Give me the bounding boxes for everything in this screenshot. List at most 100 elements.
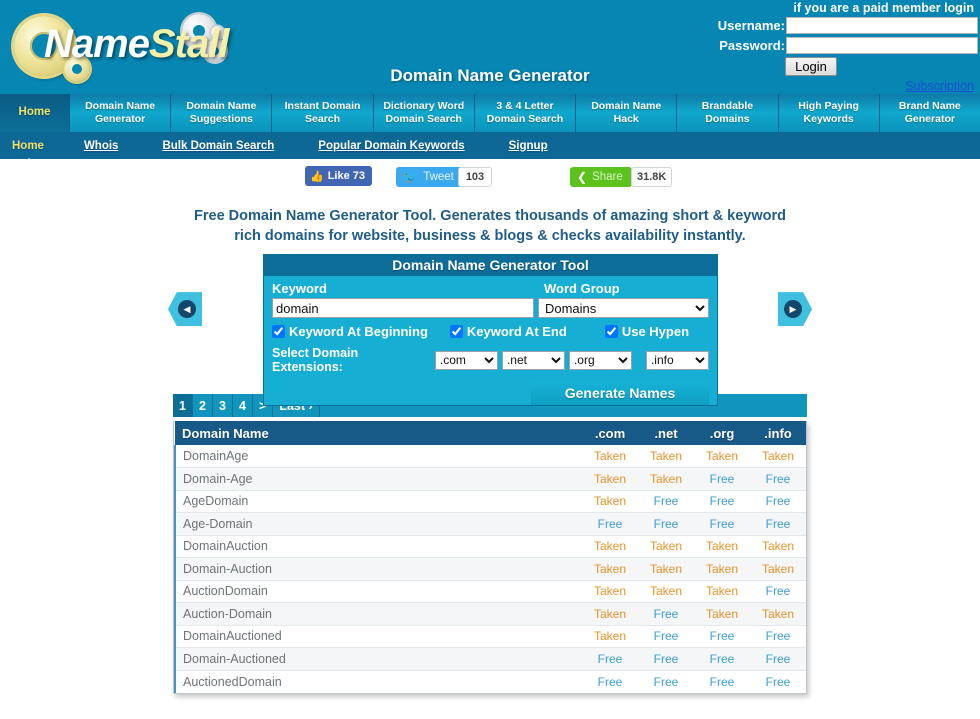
username-input[interactable] [786, 17, 978, 34]
cell-status-net[interactable]: Free [638, 625, 694, 649]
nav-tab-high-paying-keywords[interactable]: High Paying Keywords [778, 94, 880, 132]
cell-status-org[interactable]: Taken [694, 535, 750, 559]
nav-tab-instant-domain-search[interactable]: Instant Domain Search [272, 94, 374, 132]
pagination-page-3[interactable]: 3 [213, 394, 233, 418]
cell-status-com[interactable]: Taken [582, 625, 638, 649]
cell-status-org[interactable]: Free [694, 647, 750, 671]
table-row[interactable]: DomainAge Taken Taken Taken Taken [174, 445, 806, 469]
cell-status-net[interactable]: Free [638, 670, 694, 693]
checkbox-keyword-at-beginning-input[interactable] [272, 325, 285, 339]
cell-status-org[interactable]: Free [694, 512, 750, 536]
cell-status-info[interactable]: Free [750, 512, 806, 536]
column-header-net[interactable]: .net [638, 421, 694, 446]
generate-names-button[interactable]: Generate Names [531, 381, 709, 406]
extension-select-1[interactable]: .com [434, 350, 498, 370]
cell-status-info[interactable]: Free [750, 467, 806, 491]
twitter-tweet-button[interactable]: 🐦 Tweet [396, 167, 462, 187]
nav-tab-domain-name-hack[interactable]: Domain Name Hack [576, 94, 678, 132]
cell-status-org[interactable]: Free [694, 490, 750, 514]
field-input-row: Domains [272, 298, 709, 319]
nav-tab-brandable-domains[interactable]: Brandable Domains [677, 94, 779, 132]
checkbox-keyword-at-beginning[interactable]: Keyword At Beginning [272, 324, 428, 339]
table-row[interactable]: Domain-Auction Taken Taken Taken Taken [174, 557, 806, 581]
cell-status-com[interactable]: Taken [582, 602, 638, 626]
table-row[interactable]: DomainAuction Taken Taken Taken Taken [174, 535, 806, 559]
table-row[interactable]: Domain-Age Taken Taken Free Free [174, 467, 806, 491]
cell-status-org[interactable]: Free [694, 625, 750, 649]
subnav-item-popular-domain-keywords[interactable]: Popular Domain Keywords [318, 140, 464, 152]
subnav-item-signup[interactable]: Signup [509, 140, 548, 152]
cell-status-info[interactable]: Free [750, 670, 806, 693]
extension-select-3[interactable]: .org [568, 350, 632, 370]
keyword-input[interactable] [272, 298, 534, 319]
table-row[interactable]: AuctionedDomain Free Free Free Free [174, 670, 806, 693]
nav-tab-domain-name-generator[interactable]: Domain Name Generator [70, 94, 172, 132]
cell-status-info[interactable]: Free [750, 580, 806, 604]
share-button[interactable]: ❮ Share [570, 167, 632, 187]
table-row[interactable]: AuctionDomain Taken Taken Taken Free [174, 580, 806, 604]
cell-status-org[interactable]: Free [694, 670, 750, 693]
pagination-page-2[interactable]: 2 [193, 394, 213, 418]
facebook-like-button[interactable]: 👍 Like 73 [305, 166, 373, 186]
pagination-page-4[interactable]: 4 [233, 394, 253, 418]
extension-select-2[interactable]: .net [501, 350, 565, 370]
nav-tab-dictionary-word-domain-search[interactable]: Dictionary Word Domain Search [373, 94, 475, 132]
cell-status-com[interactable]: Taken [582, 445, 638, 469]
subnav-item-whois[interactable]: Whois [84, 140, 119, 152]
cell-status-com[interactable]: Taken [582, 580, 638, 604]
cell-status-org[interactable]: Free [694, 467, 750, 491]
next-tool-button[interactable]: ▶ [778, 292, 812, 327]
password-input[interactable] [786, 37, 978, 54]
cell-status-com[interactable]: Taken [582, 467, 638, 491]
table-row[interactable]: Domain-Auctioned Free Free Free Free [174, 647, 806, 671]
nav-tab-brand-name-generator[interactable]: Brand Name Generator [879, 94, 980, 132]
column-header-info[interactable]: .info [750, 421, 806, 446]
cell-status-net[interactable]: Free [638, 602, 694, 626]
cell-status-net[interactable]: Taken [638, 557, 694, 581]
cell-status-com[interactable]: Taken [582, 557, 638, 581]
cell-status-net[interactable]: Taken [638, 445, 694, 469]
checkbox-keyword-at-end[interactable]: Keyword At End [449, 324, 567, 339]
cell-status-info[interactable]: Taken [750, 602, 806, 626]
nav-tab-domain-name-suggestions[interactable]: Domain Name Suggestions [171, 94, 273, 132]
cell-status-info[interactable]: Taken [750, 535, 806, 559]
cell-status-net[interactable]: Free [638, 512, 694, 536]
cell-status-net[interactable]: Free [638, 647, 694, 671]
cell-status-info[interactable]: Free [750, 647, 806, 671]
cell-status-com[interactable]: Free [582, 512, 638, 536]
cell-status-info[interactable]: Free [750, 625, 806, 649]
nav-tab-home[interactable]: Home [0, 94, 70, 132]
cell-status-net[interactable]: Taken [638, 467, 694, 491]
checkbox-keyword-at-end-input[interactable] [449, 325, 463, 339]
pagination-page-1[interactable]: 1 [173, 394, 193, 418]
cell-status-org[interactable]: Taken [694, 557, 750, 581]
table-row[interactable]: Age-Domain Free Free Free Free [174, 512, 806, 536]
cell-status-info[interactable]: Taken [750, 445, 806, 469]
column-header-domain-name[interactable]: Domain Name [175, 421, 582, 446]
column-header-org[interactable]: .org [694, 421, 750, 446]
table-row[interactable]: Auction-Domain Taken Free Taken Taken [174, 602, 806, 626]
word-group-select[interactable]: Domains [537, 298, 709, 319]
checkbox-use-hyphen-input[interactable] [604, 325, 618, 339]
previous-tool-button[interactable]: ◀ [168, 292, 202, 327]
table-row[interactable]: AgeDomain Taken Free Free Free [174, 490, 806, 514]
column-header-com[interactable]: .com [582, 421, 638, 446]
cell-status-com[interactable]: Free [582, 647, 638, 671]
cell-status-net[interactable]: Taken [638, 580, 694, 604]
cell-status-com[interactable]: Taken [582, 535, 638, 559]
cell-status-net[interactable]: Free [638, 490, 694, 514]
cell-status-com[interactable]: Free [582, 670, 638, 693]
subnav-item-home[interactable]: Home [12, 140, 44, 152]
cell-status-org[interactable]: Taken [694, 602, 750, 626]
subnav-item-bulk-domain-search[interactable]: Bulk Domain Search [162, 140, 274, 152]
extension-select-4[interactable]: .info [645, 350, 709, 370]
cell-status-com[interactable]: Taken [582, 490, 638, 514]
cell-status-info[interactable]: Free [750, 490, 806, 514]
checkbox-use-hyphen[interactable]: Use Hypen [604, 324, 689, 339]
nav-tab-3-4-letter-domain-search[interactable]: 3 & 4 Letter Domain Search [474, 94, 577, 132]
cell-status-info[interactable]: Taken [750, 557, 806, 581]
cell-status-net[interactable]: Taken [638, 535, 694, 559]
cell-status-org[interactable]: Taken [694, 580, 750, 604]
table-row[interactable]: DomainAuctioned Taken Free Free Free [174, 625, 806, 649]
cell-status-org[interactable]: Taken [694, 445, 750, 469]
